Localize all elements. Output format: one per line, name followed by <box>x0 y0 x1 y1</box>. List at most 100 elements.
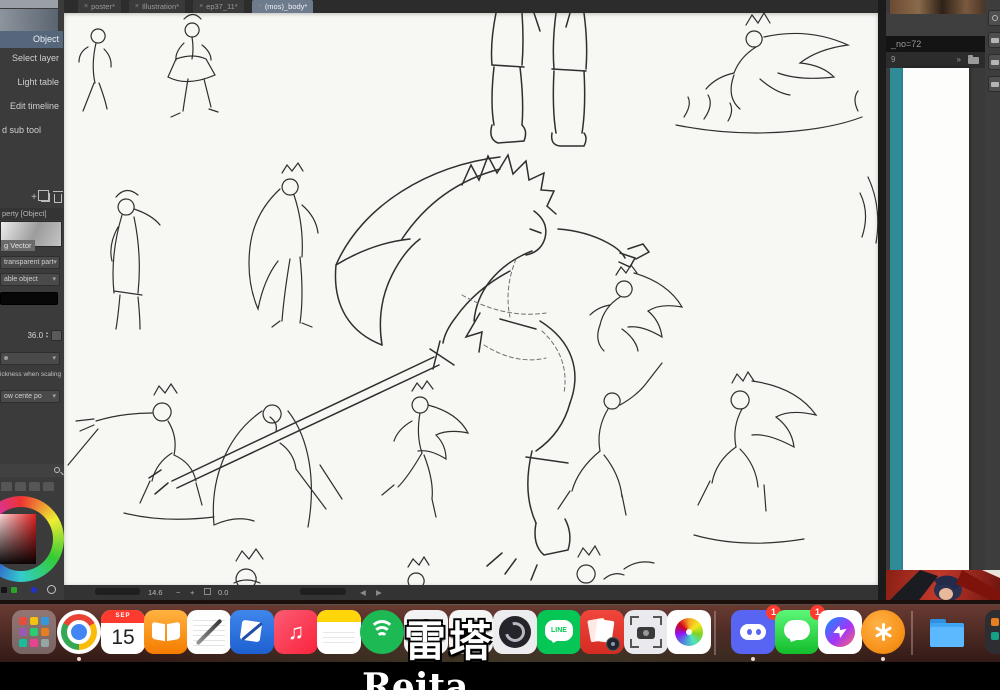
tab-close-icon[interactable]: × <box>84 3 88 10</box>
panel-top-fragment <box>0 0 58 8</box>
music-note-icon: ♫ <box>274 610 318 654</box>
fit-view-button[interactable] <box>204 588 211 595</box>
discord-eye <box>756 629 761 635</box>
tab-label: poster* <box>91 0 115 13</box>
color-tab[interactable] <box>43 482 54 491</box>
discord-icon[interactable]: 1 <box>731 610 775 654</box>
document-area: ×poster* ×Illustration* ×ep37_11* ×(mos)… <box>64 0 878 600</box>
subtool-item-object[interactable]: Object <box>0 31 63 48</box>
color-tab[interactable] <box>29 482 40 491</box>
books-icon[interactable] <box>144 610 188 654</box>
dock-divider <box>911 611 913 655</box>
saturation-value-square[interactable] <box>0 514 36 564</box>
reference-window: _no=72 9 » <box>886 0 985 570</box>
canvas-statusbar: 14.6 − + 0.0 ◀ ▶ <box>64 585 878 600</box>
music-icon[interactable]: ♫ <box>274 610 318 654</box>
color-tab[interactable] <box>15 482 26 491</box>
launchpad-icon[interactable] <box>12 610 56 654</box>
folder-front <box>930 627 964 647</box>
textedit-icon[interactable] <box>187 610 231 654</box>
line-icon[interactable]: LINE <box>537 610 581 654</box>
sketch-crouch-right <box>694 372 816 543</box>
transparent-part-dropdown[interactable]: transparent part ▾ <box>0 256 60 269</box>
subtool-label: Select layer <box>12 53 59 63</box>
color-history-chips <box>1 585 56 594</box>
sketch-cloak <box>213 405 342 527</box>
history-button[interactable] <box>988 10 1000 26</box>
center-point-dropdown[interactable]: ow cente po ▾ <box>0 390 60 403</box>
calendar-icon[interactable]: SEP 15 <box>101 610 145 654</box>
reference-page[interactable] <box>903 68 969 570</box>
sketch-walker <box>79 29 111 111</box>
rotate-left-button[interactable]: ◀ <box>360 588 366 597</box>
color-chip[interactable] <box>1 587 7 593</box>
downloads-folder-icon[interactable] <box>925 610 969 654</box>
screenshot-icon[interactable] <box>624 610 668 654</box>
main-color-swatch[interactable] <box>0 292 58 305</box>
step-down-icon[interactable]: ▼ <box>45 335 49 339</box>
color-chip[interactable] <box>11 587 17 593</box>
dropdown-label: ow cente po <box>4 391 42 402</box>
setting-dropdown[interactable]: ▾ <box>0 352 60 365</box>
rotation-value: 0.0 <box>218 588 228 597</box>
paint-app-icon[interactable] <box>230 610 274 654</box>
tab-close-icon[interactable]: × <box>258 3 262 10</box>
right-toolbar-strip <box>985 0 1000 570</box>
magnifier-icon[interactable] <box>54 467 60 473</box>
reference-header-band <box>886 14 985 36</box>
folder-icon[interactable] <box>968 57 979 64</box>
partial-app-icon[interactable] <box>985 610 1000 654</box>
brush-size-value[interactable]: 36.0 <box>27 331 43 340</box>
color-chip[interactable] <box>31 587 37 593</box>
tab-illustration[interactable]: ×Illustration* <box>129 0 185 13</box>
stepper[interactable]: ▲ ▼ <box>45 331 49 339</box>
subtitle-line2: Reita <box>362 666 468 690</box>
zoom-in-button[interactable]: + <box>190 588 194 597</box>
subtool-item-add-sub-tool[interactable]: d sub tool <box>0 122 63 139</box>
option-button[interactable] <box>51 330 62 341</box>
grid-button[interactable] <box>988 76 1000 92</box>
color-tab[interactable] <box>1 482 12 491</box>
chrome-icon[interactable] <box>57 610 101 654</box>
photos-icon[interactable] <box>667 610 711 654</box>
color-chip[interactable] <box>21 587 27 593</box>
discord-eye <box>747 629 752 635</box>
chevron-down-icon: ▾ <box>52 353 56 364</box>
spotify-icon[interactable] <box>360 610 404 654</box>
export-button[interactable] <box>988 54 1000 70</box>
subtool-item-select-layer[interactable]: Select layer <box>0 50 63 67</box>
illustration-preview[interactable] <box>886 570 1000 604</box>
subtool-item-edit-timeline[interactable]: Edit timeline <box>0 98 63 115</box>
rotate-slider[interactable] <box>300 588 346 595</box>
chevron-expand[interactable]: » <box>957 52 961 68</box>
open-folder-button[interactable] <box>988 32 1000 48</box>
tab-ep37[interactable]: ×ep37_11* <box>193 0 244 13</box>
zoom-out-button[interactable]: − <box>176 588 180 597</box>
flower-app-icon[interactable] <box>861 610 905 654</box>
color-picker-icon[interactable] <box>47 585 56 594</box>
object-scope-dropdown[interactable]: able object ▾ <box>0 273 60 286</box>
messenger-icon[interactable] <box>818 610 862 654</box>
messages-icon[interactable]: 1 <box>775 610 819 654</box>
subtool-label: Object <box>33 34 59 44</box>
document-tabbar: ×poster* ×Illustration* ×ep37_11* ×(mos)… <box>64 0 878 13</box>
reference-thumbnail[interactable] <box>890 0 985 14</box>
calendar-day: 15 <box>101 623 145 652</box>
tab-close-icon[interactable]: × <box>199 3 203 10</box>
rotate-right-button[interactable]: ▶ <box>376 588 382 597</box>
canvas[interactable] <box>64 13 878 585</box>
subtool-item-light-table[interactable]: Light table <box>0 74 63 91</box>
add-icon[interactable]: + <box>31 193 37 203</box>
duplicate-icon[interactable] <box>41 193 50 202</box>
spiral-app-icon-3[interactable] <box>493 610 537 654</box>
color-fragment <box>991 632 999 640</box>
tab-poster[interactable]: ×poster* <box>78 0 121 13</box>
subtool-panel-actions: + <box>31 192 62 203</box>
notes-icon[interactable] <box>317 610 361 654</box>
subtool-item-partial[interactable] <box>0 9 58 31</box>
trash-icon[interactable] <box>54 194 62 203</box>
photo-viewer-icon[interactable] <box>580 610 624 654</box>
tab-mos-body[interactable]: ×(mos)_body* <box>252 0 314 13</box>
tab-close-icon[interactable]: × <box>135 3 139 10</box>
zoom-slider[interactable] <box>95 588 140 595</box>
